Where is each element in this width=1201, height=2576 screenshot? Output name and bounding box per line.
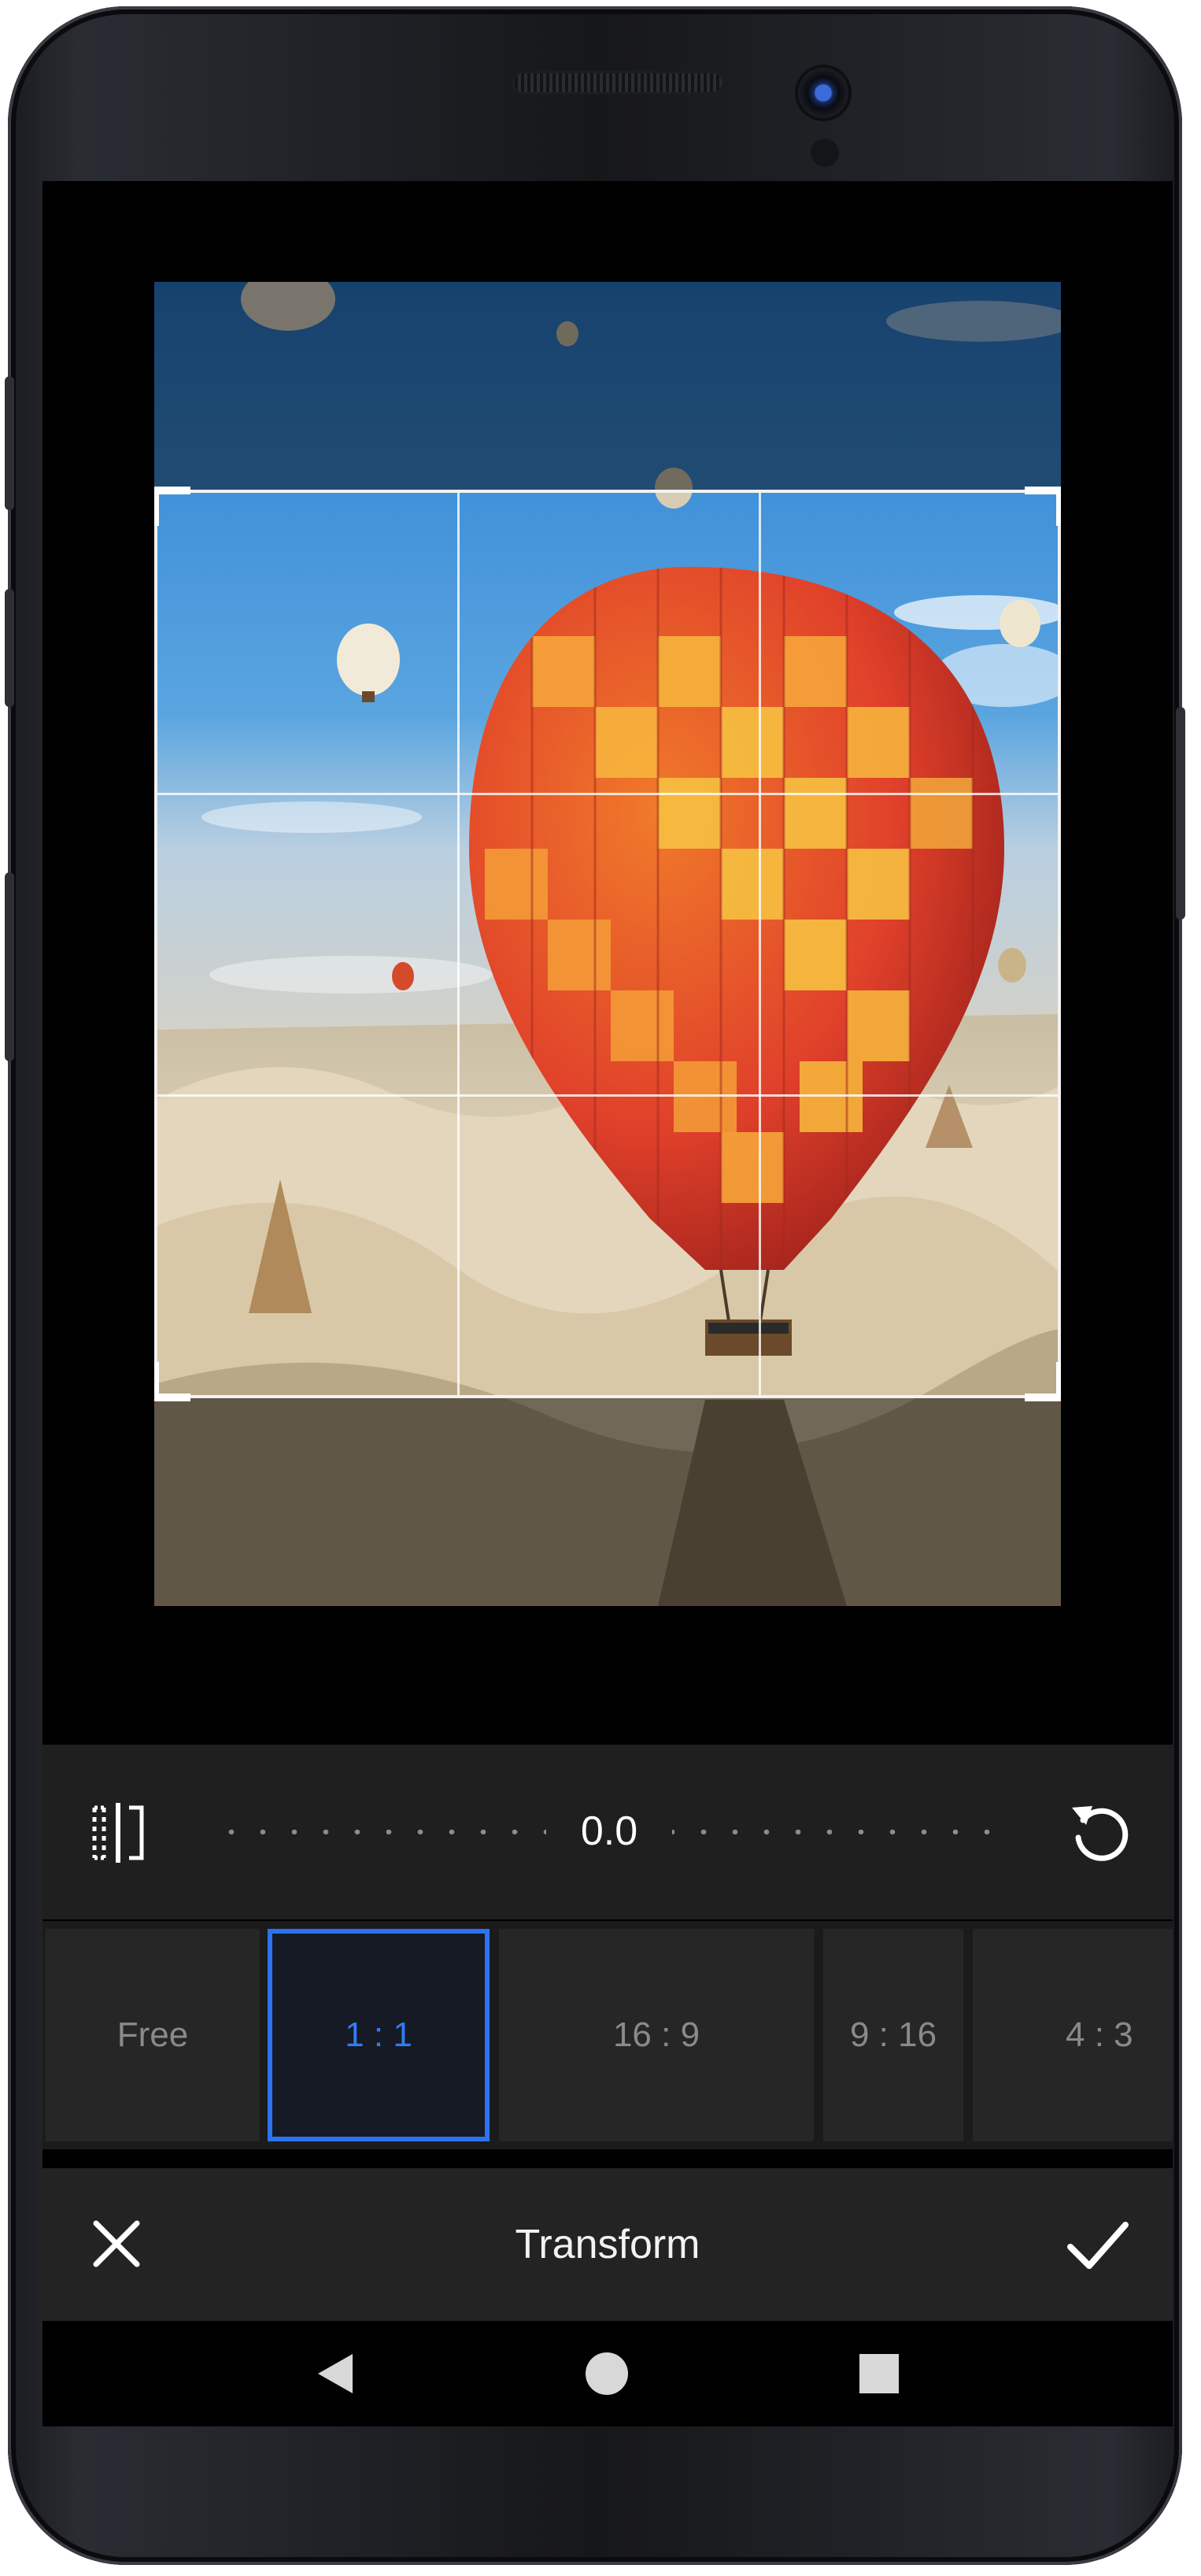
nav-back-icon[interactable]	[301, 2338, 371, 2409]
crop-mask-top	[154, 282, 1061, 490]
aspect-ratio-16-9[interactable]: 16 : 9	[499, 1929, 814, 2141]
crop-handle-top-left[interactable]	[154, 487, 190, 526]
volume-down-button	[5, 872, 14, 1061]
crop-mask-bottom	[154, 1398, 1061, 1606]
nav-home-icon[interactable]	[571, 2338, 642, 2409]
crop-grid-line	[759, 493, 761, 1395]
page-title: Transform	[515, 2222, 700, 2267]
aspect-ratio-4-3[interactable]: 4 : 3	[973, 1929, 1173, 2141]
proximity-sensor	[811, 139, 839, 167]
check-icon[interactable]	[1062, 2209, 1133, 2280]
action-bar: Transform	[42, 2168, 1173, 2321]
crop-frame[interactable]	[154, 487, 1061, 1401]
crop-handle-bottom-left[interactable]	[154, 1362, 190, 1401]
aspect-ratio-strip: Free 1 : 1 16 : 9 9 : 16 4 : 3	[42, 1921, 1173, 2149]
earpiece-speaker	[512, 71, 724, 94]
crop-grid-line	[157, 793, 1058, 795]
power-button	[5, 376, 14, 510]
rotation-dial[interactable]: 0.0	[216, 1808, 1003, 1855]
nav-recents-icon[interactable]	[844, 2338, 915, 2409]
app-screen: 0.0 Free 1 : 1 16 : 9 9 : 16 4 : 3 Trans…	[42, 181, 1173, 2426]
rotation-value: 0.0	[546, 1808, 672, 1855]
system-nav-bar	[42, 2321, 1173, 2426]
crop-grid-line	[157, 1094, 1058, 1097]
flip-icon[interactable]	[83, 1798, 153, 1867]
crop-handle-top-right[interactable]	[1025, 487, 1061, 526]
rotation-toolbar: 0.0	[42, 1745, 1173, 1919]
photo-canvas[interactable]	[154, 282, 1061, 1606]
aspect-ratio-free[interactable]: Free	[46, 1929, 260, 2141]
bixby-button	[1176, 707, 1185, 920]
reset-rotation-icon[interactable]	[1066, 1797, 1136, 1867]
close-icon[interactable]	[85, 2212, 148, 2275]
aspect-ratio-1-1[interactable]: 1 : 1	[268, 1929, 490, 2141]
crop-handle-bottom-right[interactable]	[1025, 1362, 1061, 1401]
phone-frame: 0.0 Free 1 : 1 16 : 9 9 : 16 4 : 3 Trans…	[5, 6, 1185, 2565]
crop-grid-line	[457, 493, 460, 1395]
front-camera	[798, 68, 848, 118]
aspect-ratio-9-16[interactable]: 9 : 16	[823, 1929, 963, 2141]
volume-up-button	[5, 589, 14, 707]
